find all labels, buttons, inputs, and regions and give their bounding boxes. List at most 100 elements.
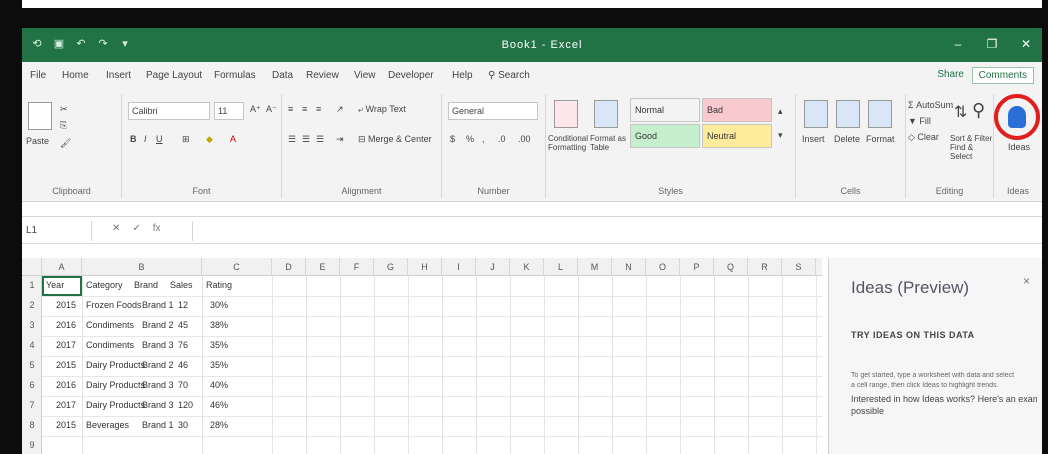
column-header-h[interactable]: H <box>408 258 442 276</box>
orientation-icon[interactable]: ↗ <box>336 104 344 115</box>
table-cell[interactable]: 35% <box>210 340 228 350</box>
align-right-icon[interactable]: ☰ <box>316 134 324 145</box>
name-box[interactable]: L1 <box>22 221 92 241</box>
table-cell[interactable]: Condiments <box>86 340 134 350</box>
bottom-align-icon[interactable]: ≡ <box>316 104 321 114</box>
format-painter-icon[interactable]: 🖌 <box>60 138 71 149</box>
table-cell[interactable]: Dairy Products <box>86 360 145 370</box>
sort-filter-icon[interactable]: ⇅ <box>954 102 967 122</box>
column-header-n[interactable]: N <box>612 258 646 276</box>
formula-input[interactable] <box>192 221 1042 241</box>
tab-home[interactable]: Home <box>62 70 89 81</box>
cell-header-sales[interactable]: Sales <box>170 280 193 290</box>
table-cell[interactable]: 46% <box>210 400 228 410</box>
wrap-text-button[interactable]: ⤶ Wrap Text <box>358 104 406 115</box>
table-cell[interactable]: 70 <box>178 380 188 390</box>
table-cell[interactable]: 120 <box>178 400 193 410</box>
minimize-icon[interactable]: – <box>952 37 964 51</box>
table-cell[interactable]: Frozen Foods <box>86 300 142 310</box>
row-header-3[interactable]: 3 <box>22 320 42 330</box>
column-header-o[interactable]: O <box>646 258 680 276</box>
customize-icon[interactable]: ▾ <box>118 38 132 50</box>
insert-cells-button[interactable]: Insert <box>802 134 825 144</box>
tab-insert[interactable]: Insert <box>106 70 131 81</box>
find-select-icon[interactable]: ⚲ <box>972 100 985 121</box>
table-cell[interactable]: 35% <box>210 360 228 370</box>
column-header-j[interactable]: J <box>476 258 510 276</box>
tab-page-layout[interactable]: Page Layout <box>146 70 202 81</box>
save-icon[interactable]: ▣ <box>52 38 66 50</box>
conditional-formatting-button[interactable]: Conditional Formatting <box>548 134 588 152</box>
paste-icon[interactable] <box>28 102 52 130</box>
decrease-decimal-icon[interactable]: .00 <box>518 134 531 144</box>
underline-icon[interactable]: U <box>156 134 163 144</box>
column-header-m[interactable]: M <box>578 258 612 276</box>
table-cell[interactable]: Condiments <box>86 320 134 330</box>
table-cell[interactable]: 2015 <box>56 420 76 430</box>
restore-icon[interactable]: ❐ <box>986 37 998 51</box>
cell-header-year[interactable]: Year <box>46 280 64 290</box>
cut-icon[interactable]: ✂ <box>60 104 68 115</box>
table-cell[interactable]: Dairy Products <box>86 380 145 390</box>
table-cell[interactable]: 28% <box>210 420 228 430</box>
table-cell[interactable]: 30% <box>210 300 228 310</box>
delete-cells-icon[interactable] <box>836 100 860 128</box>
paste-button[interactable]: Paste <box>26 136 49 146</box>
tab-developer[interactable]: Developer <box>388 70 434 81</box>
align-center-icon[interactable]: ☰ <box>302 134 310 145</box>
format-table-button[interactable]: Format as Table <box>590 134 626 152</box>
table-cell[interactable]: 2015 <box>56 300 76 310</box>
column-header-b[interactable]: B <box>82 258 202 276</box>
table-cell[interactable]: 2017 <box>56 340 76 350</box>
fx-icon[interactable]: fx <box>153 223 161 234</box>
tab-file[interactable]: File <box>30 70 46 81</box>
table-cell[interactable]: 45 <box>178 320 188 330</box>
autosave-icon[interactable]: ⟲ <box>30 38 44 50</box>
fill-color-icon[interactable]: ◆ <box>206 134 213 145</box>
copy-icon[interactable]: ⎘ <box>60 120 67 131</box>
middle-align-icon[interactable]: ≡ <box>302 104 307 114</box>
ideas-lightbulb-icon[interactable] <box>1008 106 1026 128</box>
borders-icon[interactable]: ⊞ <box>182 134 190 145</box>
table-cell[interactable]: 2016 <box>56 320 76 330</box>
row-header-2[interactable]: 2 <box>22 300 42 310</box>
column-header-q[interactable]: Q <box>714 258 748 276</box>
delete-cells-button[interactable]: Delete <box>834 134 860 144</box>
table-cell[interactable]: 12 <box>178 300 188 310</box>
share-button[interactable]: Share <box>931 67 970 82</box>
cancel-icon[interactable]: ✕ <box>112 223 120 234</box>
percent-icon[interactable]: % <box>466 134 474 144</box>
tab-data[interactable]: Data <box>272 70 293 81</box>
style-normal[interactable]: Normal <box>630 98 700 122</box>
align-left-icon[interactable]: ☰ <box>288 134 296 145</box>
style-good[interactable]: Good <box>630 124 700 148</box>
close-icon[interactable]: × <box>1023 274 1030 288</box>
increase-decimal-icon[interactable]: .0 <box>498 134 506 144</box>
number-format-dropdown[interactable]: General <box>448 102 538 120</box>
column-header-a[interactable]: A <box>42 258 82 276</box>
row-header-8[interactable]: 8 <box>22 420 42 430</box>
tab-formulas[interactable]: Formulas <box>214 70 256 81</box>
table-cell[interactable]: 40% <box>210 380 228 390</box>
indent-icon[interactable]: ⇥ <box>336 134 344 145</box>
column-header-e[interactable]: E <box>306 258 340 276</box>
top-align-icon[interactable]: ≡ <box>288 104 293 114</box>
table-cell[interactable]: 30 <box>178 420 188 430</box>
select-all-corner[interactable] <box>22 258 42 276</box>
format-cells-button[interactable]: Format <box>866 134 895 144</box>
shrink-font-icon[interactable]: A⁻ <box>266 104 277 115</box>
table-cell[interactable]: 76 <box>178 340 188 350</box>
sort-find-labels[interactable]: Sort & Filter Find & Select <box>950 134 994 161</box>
column-header-f[interactable]: F <box>340 258 374 276</box>
tab-review[interactable]: Review <box>306 70 339 81</box>
column-header-d[interactable]: D <box>272 258 306 276</box>
font-name-dropdown[interactable]: Calibri <box>128 102 210 120</box>
bold-icon[interactable]: B <box>130 134 137 144</box>
column-header-c[interactable]: C <box>202 258 272 276</box>
tab-view[interactable]: View <box>354 70 376 81</box>
fill-button[interactable]: ▼ Fill <box>908 116 931 126</box>
cell-header-brand[interactable]: Brand <box>134 280 158 290</box>
styles-scroll-icon[interactable]: ▴ <box>778 106 783 117</box>
worksheet-grid[interactable]: A B C D E F G H I J K L M N O P Q R S 1 … <box>22 258 822 454</box>
row-header-5[interactable]: 5 <box>22 360 42 370</box>
